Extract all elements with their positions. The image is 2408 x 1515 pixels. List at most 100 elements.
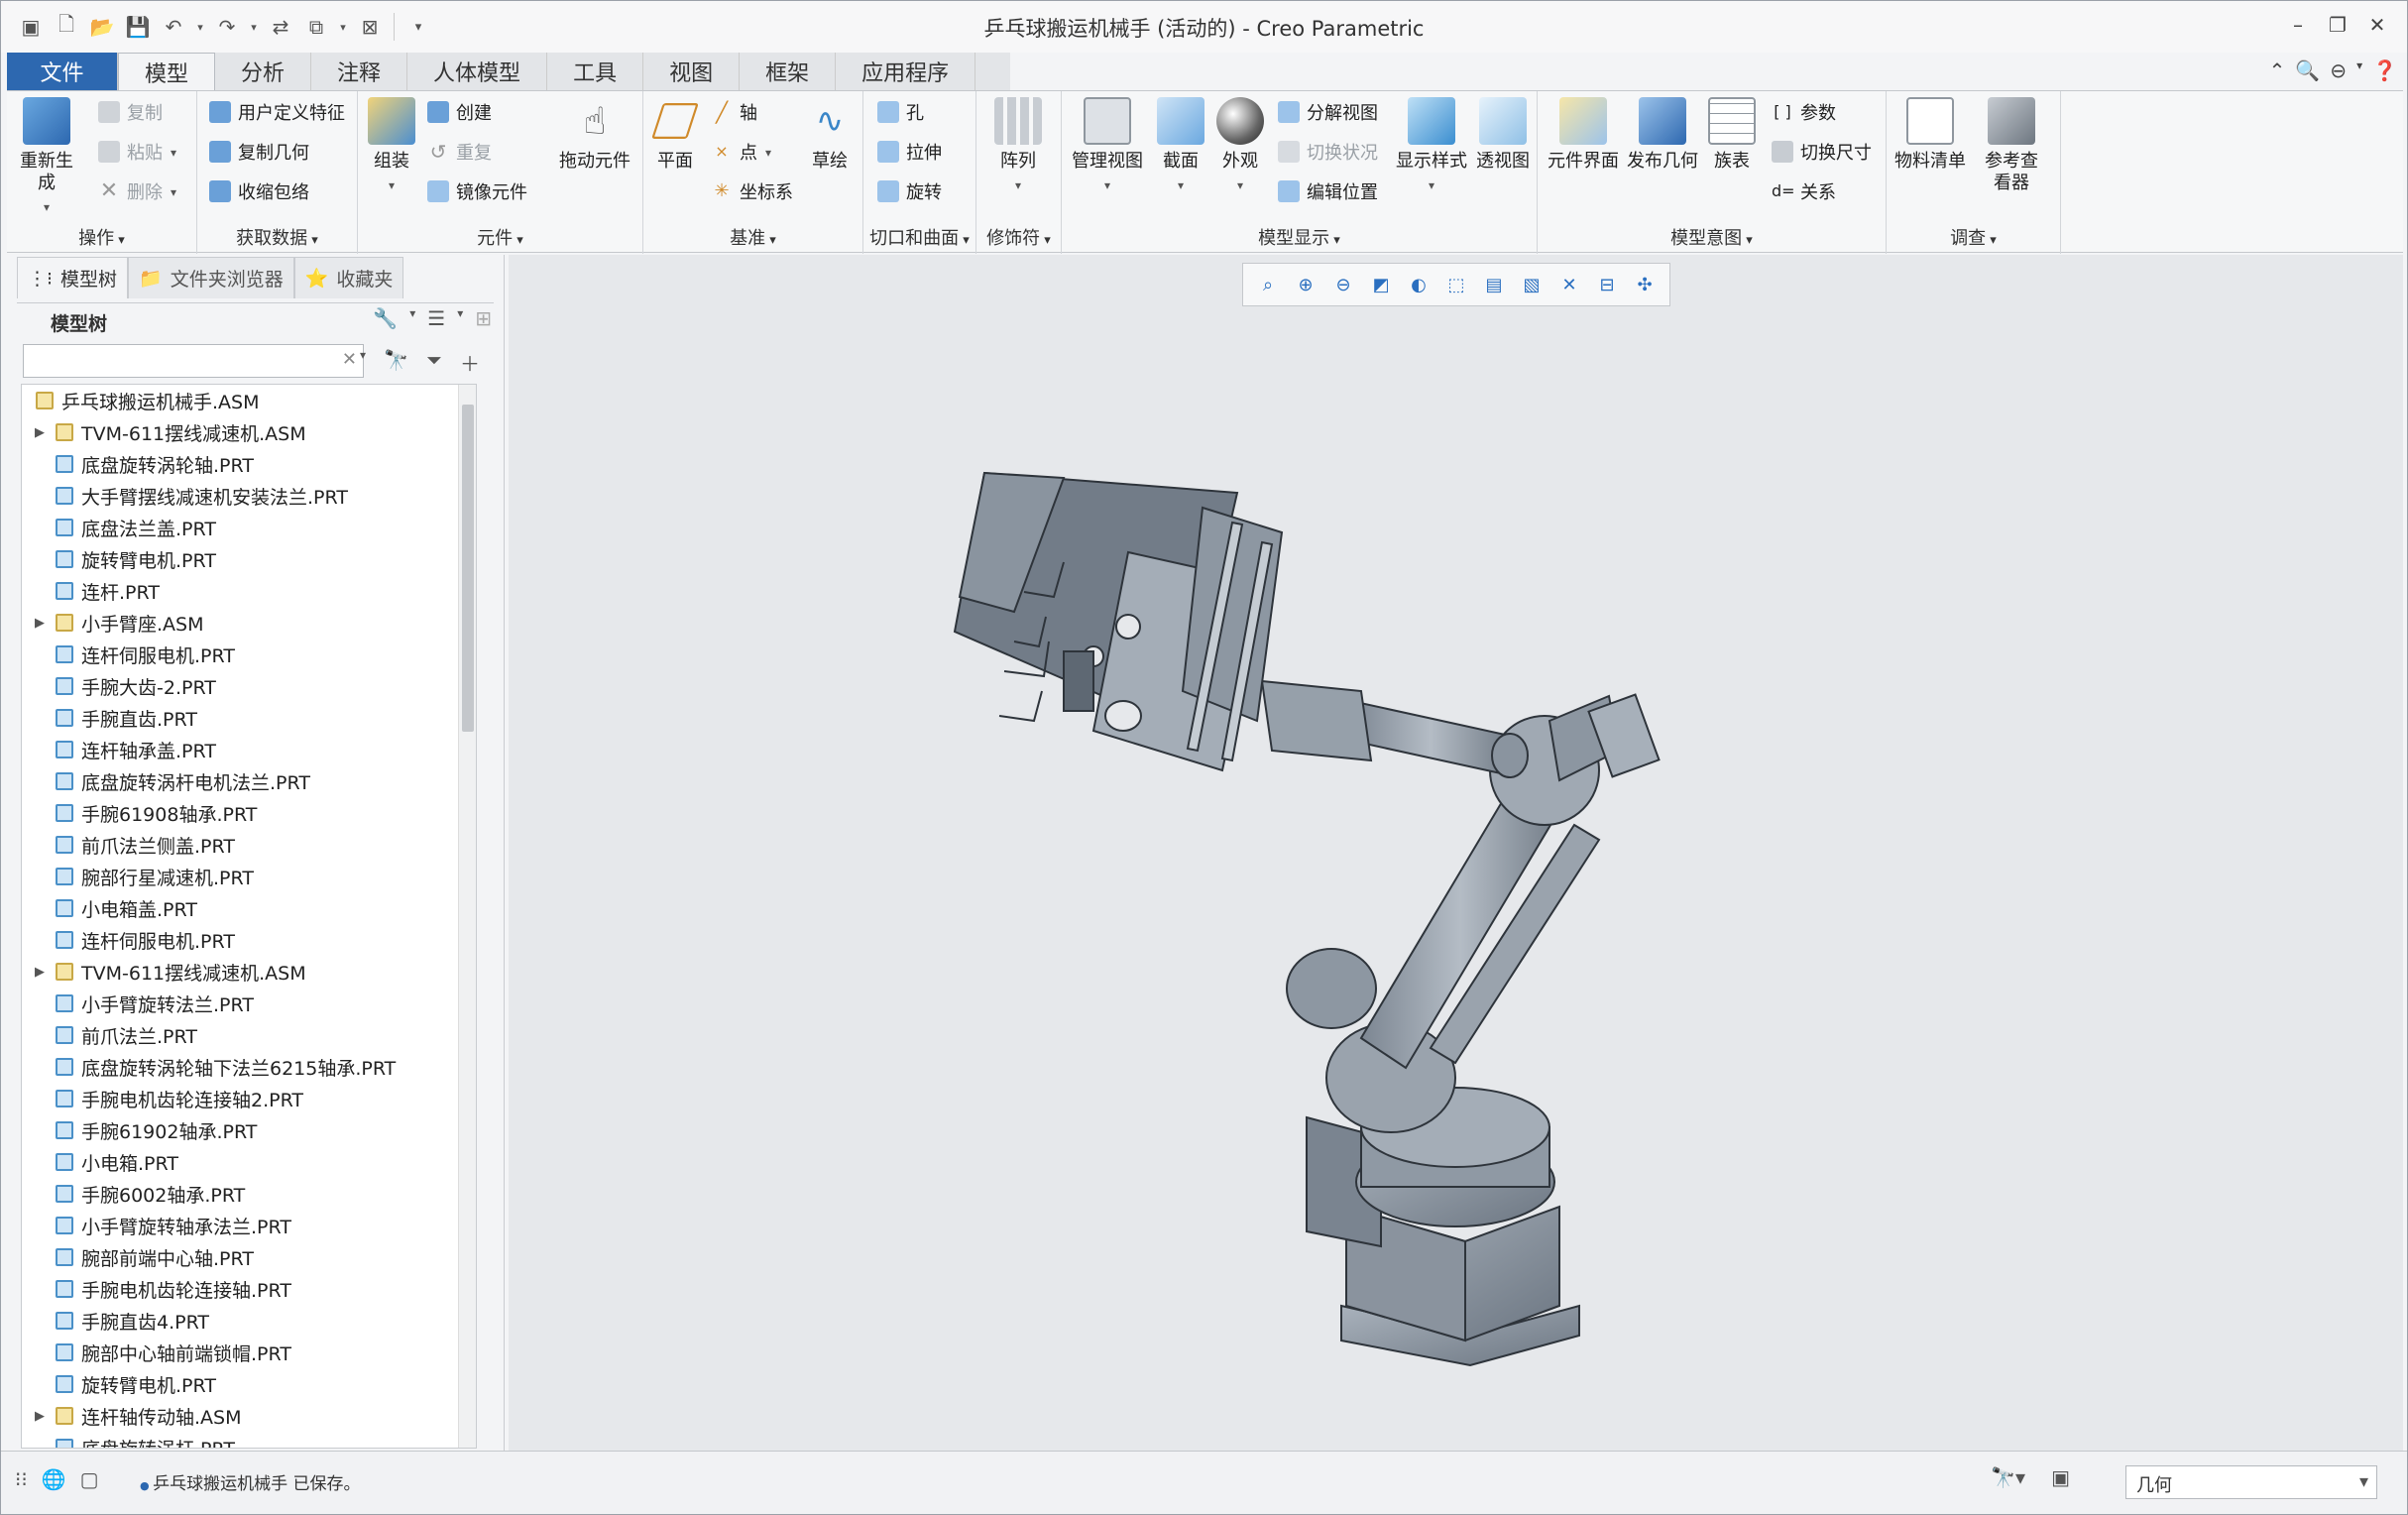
- tree-item[interactable]: 底盘旋转涡轮轴.PRT: [22, 448, 476, 480]
- axis-button[interactable]: ╱ 轴: [711, 97, 757, 127]
- display-style-button[interactable]: 显示样式 ▾: [1391, 97, 1472, 196]
- group-label[interactable]: 切口和曲面: [863, 224, 975, 250]
- group-label[interactable]: 元件: [358, 224, 642, 250]
- publish-geometry-button[interactable]: 发布几何: [1625, 97, 1700, 173]
- tab-folder-browser[interactable]: 📁 文件夹浏览器: [128, 257, 294, 298]
- group-label[interactable]: 模型显示: [1062, 224, 1537, 250]
- pattern-button[interactable]: 阵列 ▾: [990, 97, 1046, 196]
- tree-item[interactable]: 连杆伺服电机.PRT: [22, 639, 476, 670]
- regenerate-button[interactable]: 重新生成 ▾: [13, 97, 80, 218]
- reference-viewer-button[interactable]: 参考查看器: [1972, 97, 2051, 194]
- family-table-button[interactable]: 族表: [1704, 97, 1760, 173]
- close-icon[interactable]: ✕: [2357, 7, 2397, 43]
- component-interface-button[interactable]: 元件界面: [1546, 97, 1621, 173]
- group-label[interactable]: 获取数据: [197, 224, 357, 250]
- search-dropdown-icon[interactable]: ▾: [360, 348, 366, 377]
- group-label[interactable]: 调查: [1887, 224, 2060, 250]
- scrollbar-thumb[interactable]: [462, 405, 474, 732]
- tab-analysis[interactable]: 分析: [215, 53, 312, 90]
- tree-item[interactable]: 底盘旋转涡轮轴下法兰6215轴承.PRT: [22, 1051, 476, 1083]
- tab-manikin[interactable]: 人体模型: [407, 53, 548, 90]
- perspective-button[interactable]: 透视图: [1472, 97, 1534, 173]
- tree-item[interactable]: 大手臂摆线减速机安装法兰.PRT: [22, 480, 476, 512]
- search-icon[interactable]: 🔍: [2295, 58, 2320, 82]
- tree-item[interactable]: 腕部行星减速机.PRT: [22, 861, 476, 892]
- tree-item[interactable]: 旋转臂电机.PRT: [22, 1368, 476, 1400]
- tab-applications[interactable]: 应用程序: [836, 53, 976, 90]
- group-label[interactable]: 操作: [7, 224, 196, 250]
- toggle-status-button[interactable]: 切换状况: [1278, 137, 1378, 167]
- collapse-ribbon-icon[interactable]: ⌃: [2269, 58, 2286, 82]
- tree-item[interactable]: ▶ TVM-611摆线减速机.ASM: [22, 416, 476, 448]
- tree-item[interactable]: 前爪法兰侧盖.PRT: [22, 829, 476, 861]
- robot-arm-model[interactable]: [509, 255, 2403, 1451]
- tree-item[interactable]: 腕部前端中心轴.PRT: [22, 1241, 476, 1273]
- section-button[interactable]: 截面 ▾: [1153, 97, 1208, 196]
- tree-item[interactable]: 底盘旋转涡杆.PRT: [22, 1432, 476, 1448]
- settings-icon[interactable]: 🔧: [373, 306, 398, 330]
- expand-arrow-icon[interactable]: ▶: [30, 965, 50, 980]
- group-label[interactable]: 模型意图: [1538, 224, 1886, 250]
- copy-geometry-button[interactable]: 复制几何: [209, 137, 309, 167]
- find-icon[interactable]: 🔭▾: [1991, 1465, 2025, 1489]
- tree-item[interactable]: 小手臂旋转法兰.PRT: [22, 988, 476, 1019]
- point-button[interactable]: × 点 ▾: [711, 137, 771, 167]
- switch-dimensions-button[interactable]: 切换尺寸: [1772, 137, 1872, 167]
- udf-button[interactable]: 用户定义特征: [209, 97, 345, 127]
- tab-file[interactable]: 文件: [7, 53, 118, 90]
- clear-icon[interactable]: ✕: [342, 349, 357, 370]
- hole-button[interactable]: 孔: [877, 97, 924, 127]
- tree-item[interactable]: 手腕直齿4.PRT: [22, 1305, 476, 1337]
- tree-item[interactable]: 底盘旋转涡杆电机法兰.PRT: [22, 765, 476, 797]
- tree-search-input[interactable]: ✕: [23, 344, 364, 378]
- expand-arrow-icon[interactable]: ▶: [30, 425, 50, 440]
- tree-item[interactable]: 前爪法兰.PRT: [22, 1019, 476, 1051]
- relations-button[interactable]: d= 关系: [1772, 176, 1836, 206]
- tree-item[interactable]: 小电箱盖.PRT: [22, 892, 476, 924]
- tree-scrollbar[interactable]: [458, 385, 476, 1448]
- filter-settings-icon[interactable]: ⊞: [475, 306, 492, 330]
- maximize-icon[interactable]: ❐: [2318, 7, 2357, 43]
- tree-item[interactable]: 小手臂旋转轴承法兰.PRT: [22, 1210, 476, 1241]
- tree-item[interactable]: 手腕6002轴承.PRT: [22, 1178, 476, 1210]
- tree-item[interactable]: 手腕大齿-2.PRT: [22, 670, 476, 702]
- tree-item[interactable]: 腕部中心轴前端锁帽.PRT: [22, 1337, 476, 1368]
- create-button[interactable]: 创建: [427, 97, 492, 127]
- tree-item[interactable]: 连杆伺服电机.PRT: [22, 924, 476, 956]
- graphics-window[interactable]: ⌕ ⊕ ⊖ ◩ ◐ ⬚ ▤ ▧ ✕ ⊟ ✣: [509, 255, 2403, 1451]
- paste-button[interactable]: 粘贴 ▾: [98, 137, 176, 167]
- extrude-button[interactable]: 拉伸: [877, 137, 942, 167]
- copy-button[interactable]: 复制: [98, 97, 163, 127]
- manage-views-button[interactable]: 管理视图 ▾: [1070, 97, 1145, 196]
- sketch-button[interactable]: ∿ 草绘: [802, 97, 858, 173]
- tree-item[interactable]: 手腕电机齿轮连接轴2.PRT: [22, 1083, 476, 1114]
- plane-button[interactable]: 平面: [647, 97, 703, 173]
- browser-toggle-icon[interactable]: 🌐: [42, 1467, 66, 1491]
- show-icon[interactable]: ☰: [427, 306, 445, 330]
- tab-annotate[interactable]: 注释: [311, 53, 408, 90]
- bom-button[interactable]: 物料清单: [1892, 97, 1968, 173]
- csys-button[interactable]: ✳ 坐标系: [711, 176, 793, 206]
- binoculars-icon[interactable]: 🔭: [384, 348, 408, 377]
- tab-tools[interactable]: 工具: [547, 53, 644, 90]
- tab-model[interactable]: 模型: [118, 53, 216, 90]
- help-icon[interactable]: ❓: [2372, 58, 2397, 82]
- tree-item[interactable]: 旋转臂电机.PRT: [22, 543, 476, 575]
- group-label[interactable]: 修饰符: [976, 224, 1061, 250]
- selection-filter-icon[interactable]: ▣: [2051, 1465, 2070, 1489]
- tree-item[interactable]: 手腕61902轴承.PRT: [22, 1114, 476, 1146]
- tab-model-tree[interactable]: ⋮⁝ 模型树: [17, 257, 129, 298]
- tree-item[interactable]: 底盘法兰盖.PRT: [22, 512, 476, 543]
- add-icon[interactable]: ＋: [460, 348, 480, 377]
- settings-dropdown-icon[interactable]: ▾: [409, 306, 415, 330]
- minimize-icon[interactable]: –: [2278, 7, 2318, 43]
- assemble-button[interactable]: 组装 ▾: [364, 97, 419, 196]
- delete-button[interactable]: ✕ 删除 ▾: [98, 176, 176, 206]
- filter-icon[interactable]: ⏷: [426, 348, 442, 377]
- exploded-view-button[interactable]: 分解视图: [1278, 97, 1378, 127]
- tree-item[interactable]: 连杆.PRT: [22, 575, 476, 607]
- edit-position-button[interactable]: 编辑位置: [1278, 176, 1378, 206]
- drag-component-button[interactable]: ☝ 拖动元件: [552, 97, 637, 173]
- navigator-toggle-icon[interactable]: ⁝⁝: [15, 1467, 28, 1491]
- tree-item[interactable]: 手腕电机齿轮连接轴.PRT: [22, 1273, 476, 1305]
